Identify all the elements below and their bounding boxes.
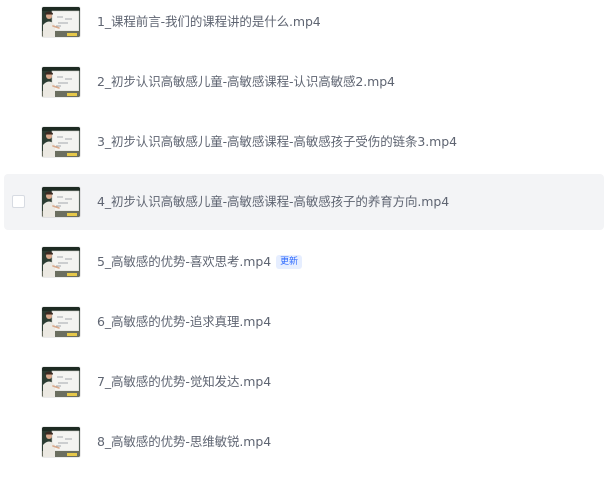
file-row[interactable]: 2_初步认识高敏感儿童-高敏感课程-认识高敏感2.mp4 bbox=[4, 54, 604, 110]
file-name: 4_初步认识高敏感儿童-高敏感课程-高敏感孩子的养育方向.mp4 bbox=[97, 194, 450, 209]
file-name: 1_课程前言-我们的课程讲的是什么.mp4 bbox=[97, 14, 321, 29]
video-thumbnail-icon bbox=[42, 127, 80, 157]
file-name: 3_初步认识高敏感儿童-高敏感课程-高敏感孩子受伤的链条3.mp4 bbox=[97, 134, 457, 149]
video-thumbnail-icon bbox=[42, 67, 80, 97]
row-checkbox[interactable] bbox=[12, 195, 25, 208]
file-name: 2_初步认识高敏感儿童-高敏感课程-认识高敏感2.mp4 bbox=[97, 74, 395, 89]
file-row[interactable]: 3_初步认识高敏感儿童-高敏感课程-高敏感孩子受伤的链条3.mp4 bbox=[4, 114, 604, 170]
file-row[interactable]: 5_高敏感的优势-喜欢思考.mp4 更新 bbox=[4, 234, 604, 290]
file-list: 1_课程前言-我们的课程讲的是什么.mp4 2_初步认识高敏感儿童-高敏感课程-… bbox=[0, 0, 604, 482]
file-row[interactable]: 1_课程前言-我们的课程讲的是什么.mp4 bbox=[4, 0, 604, 50]
file-name: 6_高敏感的优势-追求真理.mp4 bbox=[97, 314, 272, 329]
video-thumbnail-icon bbox=[42, 367, 80, 397]
file-row[interactable]: 8_高敏感的优势-思维敏锐.mp4 bbox=[4, 414, 604, 470]
file-name: 5_高敏感的优势-喜欢思考.mp4 更新 bbox=[97, 253, 302, 271]
file-name: 8_高敏感的优势-思维敏锐.mp4 bbox=[97, 434, 272, 449]
file-row[interactable]: 4_初步认识高敏感儿童-高敏感课程-高敏感孩子的养育方向.mp4 bbox=[4, 174, 604, 230]
file-name: 7_高敏感的优势-觉知发达.mp4 bbox=[97, 374, 272, 389]
video-thumbnail-icon bbox=[42, 427, 80, 457]
video-thumbnail-icon bbox=[42, 7, 80, 37]
video-thumbnail-icon bbox=[42, 247, 80, 277]
video-thumbnail-icon bbox=[42, 187, 80, 217]
file-row[interactable]: 6_高敏感的优势-追求真理.mp4 bbox=[4, 294, 604, 350]
file-row[interactable]: 7_高敏感的优势-觉知发达.mp4 bbox=[4, 354, 604, 410]
video-thumbnail-icon bbox=[42, 307, 80, 337]
update-badge: 更新 bbox=[276, 255, 302, 269]
